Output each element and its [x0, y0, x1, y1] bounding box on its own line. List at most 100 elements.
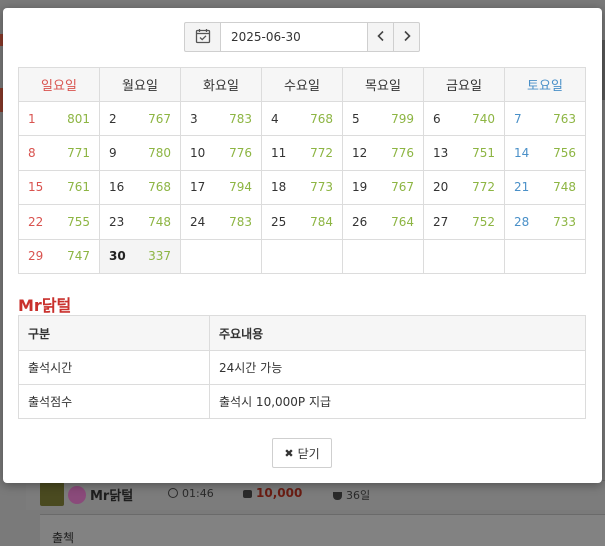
weekday-monday: 월요일	[99, 67, 181, 102]
day-monday-content: 9 780	[109, 146, 171, 160]
day-number: 11	[271, 146, 287, 161]
day-number: 8	[28, 146, 36, 161]
weekday-sunday: 일요일	[18, 67, 100, 102]
day-number: 27	[433, 214, 449, 229]
calendar-day-cell[interactable]: 23 748	[99, 204, 181, 240]
attendance-count: 783	[229, 214, 252, 229]
calendar-day-cell[interactable]: 4 768	[261, 100, 343, 137]
calendar-day-cell[interactable]: 3 783	[180, 100, 262, 137]
day-number: 2	[109, 111, 117, 126]
weekday-header-row: 일요일 월요일 화요일 수요일 목요일 금요일 토요일	[18, 67, 586, 102]
day-number: 7	[514, 111, 522, 126]
calendar-day-cell[interactable]: 9 780	[99, 135, 181, 171]
weekday-saturday: 토요일	[504, 67, 586, 102]
calendar-day-cell[interactable]: 24 783	[180, 204, 262, 240]
attendance-count: 780	[148, 146, 171, 161]
table-row: 출석점수 출석시 10,000P 지급	[18, 384, 586, 419]
attendance-count: 772	[472, 180, 495, 195]
attendance-count: 748	[148, 214, 171, 229]
calendar-day-cell[interactable]: 22 755	[18, 204, 100, 240]
attendance-count: 337	[148, 249, 171, 264]
date-input[interactable]	[220, 22, 368, 52]
weekday-wednesday: 수요일	[261, 67, 343, 102]
attendance-count: 799	[391, 111, 414, 126]
calendar-day-cell[interactable]: 27 752	[423, 204, 505, 240]
day-sunday-content: 15 761	[28, 180, 90, 194]
calendar-day-cell[interactable]: 12 776	[342, 135, 424, 171]
day-wednesday-content: 4 768	[271, 112, 333, 126]
next-month-button[interactable]	[394, 22, 420, 52]
chevron-left-icon	[376, 30, 386, 45]
calendar-day-cell[interactable]: 19 767	[342, 169, 424, 206]
info-cell: 출석시 10,000P 지급	[209, 384, 586, 419]
calendar-day-cell[interactable]: 14 756	[504, 135, 586, 171]
info-table: 구분 주요내용 출석시간 24시간 가능 출석점수 출석시 10,000P 지급	[18, 315, 586, 419]
day-number: 15	[28, 180, 44, 195]
calendar-day-cell[interactable]: 11 772	[261, 135, 343, 171]
day-monday-content: 23 748	[109, 215, 171, 229]
calendar-day-cell[interactable]: 17 794	[180, 169, 262, 206]
attendance-count: 756	[553, 146, 576, 161]
calendar-day-cell[interactable]: 15 761	[18, 169, 100, 206]
day-friday-content: 20 772	[433, 180, 495, 194]
calendar-day-cell[interactable]: 26 764	[342, 204, 424, 240]
attendance-count: 776	[229, 146, 252, 161]
day-number: 28	[514, 214, 530, 229]
calendar-button[interactable]	[184, 22, 220, 52]
calendar-week-row: 8 771 9 780 10 776 11 772 12 776 13 751 14 756	[18, 135, 586, 171]
calendar-day-cell[interactable]: 30 337	[99, 238, 181, 274]
day-monday-content: 16 768	[109, 180, 171, 194]
user-level-icon	[40, 482, 64, 506]
info-title: Mr닭털	[18, 296, 72, 315]
day-thursday-content: 12 776	[352, 146, 414, 160]
backdrop-days: 36일	[333, 487, 370, 503]
day-number: 6	[433, 111, 441, 126]
day-friday-content: 13 751	[433, 146, 495, 160]
calendar-day-cell[interactable]: 7 763	[504, 100, 586, 137]
attendance-count: 764	[391, 214, 414, 229]
prev-month-button[interactable]	[368, 22, 394, 52]
day-wednesday-content: 11 772	[271, 146, 333, 160]
attendance-count: 767	[391, 180, 414, 195]
day-saturday-content: 14 756	[514, 146, 576, 160]
attendance-count: 776	[391, 146, 414, 161]
backdrop-time: 01:46	[168, 487, 214, 500]
calendar-day-cell[interactable]: 28 733	[504, 204, 586, 240]
backdrop-days-value: 36일	[346, 489, 371, 502]
calendar-week-row: 29 747 30 337	[18, 238, 586, 274]
calendar-empty-cell	[180, 238, 262, 274]
calendar-check-icon	[195, 28, 211, 47]
day-number: 20	[433, 180, 449, 195]
calendar-week-row: 1 801 2 767 3 783 4 768 5 799 6 740 7 763	[18, 100, 586, 137]
calendar-day-cell[interactable]: 21 748	[504, 169, 586, 206]
calendar-day-cell[interactable]: 8 771	[18, 135, 100, 171]
calendar-day-cell[interactable]: 6 740	[423, 100, 505, 137]
day-monday-content: 2 767	[109, 112, 171, 126]
day-number: 29	[28, 249, 44, 264]
calendar-day-cell[interactable]: 5 799	[342, 100, 424, 137]
calendar-week-row: 22 755 23 748 24 783 25 784 26 764 27 752 28 733	[18, 204, 586, 240]
calendar-empty-cell	[342, 238, 424, 274]
day-number: 5	[352, 111, 360, 126]
calendar-day-cell[interactable]: 16 768	[99, 169, 181, 206]
day-wednesday-content: 18 773	[271, 180, 333, 194]
calendar-day-cell[interactable]: 25 784	[261, 204, 343, 240]
info-cell: 출석점수	[18, 384, 210, 419]
calendar-day-cell[interactable]: 1 801	[18, 100, 100, 137]
calendar-day-cell[interactable]: 20 772	[423, 169, 505, 206]
day-thursday-content: 19 767	[352, 180, 414, 194]
day-number: 4	[271, 111, 279, 126]
calendar-day-cell[interactable]: 13 751	[423, 135, 505, 171]
calendar-day-cell[interactable]: 29 747	[18, 238, 100, 274]
calendar-day-cell[interactable]: 18 773	[261, 169, 343, 206]
attendance-count: 772	[310, 146, 333, 161]
close-button[interactable]: ✖ 닫기	[272, 438, 332, 468]
day-sunday-content: 22 755	[28, 215, 90, 229]
calendar-day-cell[interactable]: 2 767	[99, 100, 181, 137]
attendance-count: 747	[67, 249, 90, 264]
backdrop-time-value: 01:46	[182, 487, 214, 500]
info-cell: 24시간 가능	[209, 350, 586, 385]
calendar-day-cell[interactable]: 10 776	[180, 135, 262, 171]
attendance-count: 771	[67, 146, 90, 161]
info-cell: 출석시간	[18, 350, 210, 385]
